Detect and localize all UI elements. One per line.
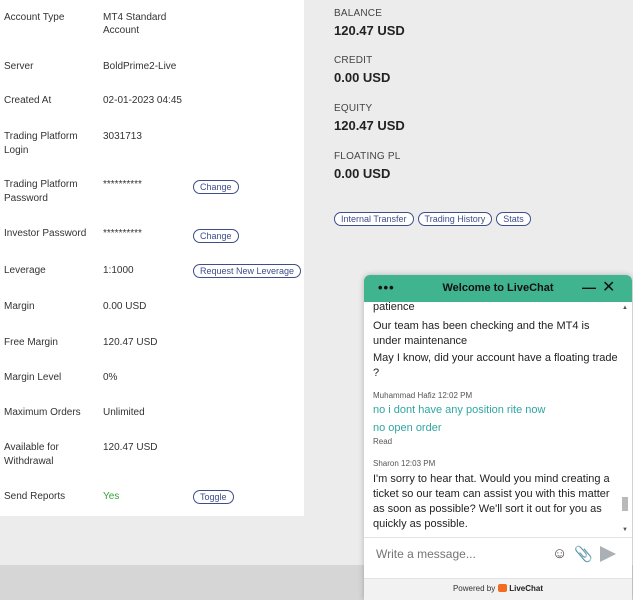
message-input[interactable]	[376, 547, 551, 561]
trading-history-button[interactable]: Trading History	[417, 212, 493, 226]
livechat-widget: ••• Welcome to LiveChat — ✕ patience Our…	[364, 275, 632, 600]
platform-login-label: Trading Platform Login	[4, 131, 78, 156]
scroll-down-icon[interactable]: ▼	[622, 527, 628, 533]
platform-login-value: 3031713	[103, 131, 142, 142]
close-icon[interactable]: ✕	[602, 277, 615, 297]
scroll-up-icon[interactable]: ▲	[622, 305, 628, 311]
livechat-brand: LiveChat	[509, 584, 544, 593]
available-withdrawal-value: 120.47 USD	[103, 442, 158, 453]
free-margin-label: Free Margin	[4, 337, 58, 348]
equity-label: EQUITY	[334, 103, 373, 114]
account-details-panel: Account Type MT4 Standard Account Server…	[0, 0, 304, 516]
send-icon[interactable]	[600, 546, 616, 562]
equity-value: 120.47 USD	[334, 118, 405, 133]
attachment-icon[interactable]: 📎	[574, 545, 593, 563]
balance-block: BALANCE 120.47 USD	[334, 8, 405, 40]
investor-password-value: **********	[103, 228, 142, 239]
message-text: patience	[373, 302, 415, 313]
server-value: BoldPrime2-Live	[103, 61, 177, 72]
toggle-reports-button[interactable]: Toggle	[193, 490, 234, 504]
credit-value: 0.00 USD	[334, 70, 391, 85]
account-actions: Internal Transfer Trading History Stats	[334, 212, 531, 226]
platform-password-label: Trading Platform Password	[4, 179, 78, 204]
investor-password-label: Investor Password	[4, 228, 87, 239]
chat-header: ••• Welcome to LiveChat — ✕	[364, 275, 632, 302]
send-reports-value: Yes	[103, 491, 120, 502]
message-text: no i dont have any position rite now	[373, 404, 546, 416]
message-meta: Muhammad Hafiz 12:02 PM	[373, 391, 473, 400]
chat-footer: Powered by LiveChat	[364, 578, 632, 600]
message-meta: Sharon 12:03 PM	[373, 459, 436, 468]
credit-label: CREDIT	[334, 55, 373, 66]
chat-divider	[364, 537, 632, 538]
account-type-value: MT4 Standard Account	[103, 12, 167, 36]
account-type-label: Account Type	[4, 12, 65, 23]
request-new-leverage-button[interactable]: Request New Leverage	[193, 264, 302, 278]
message-text: no open order	[373, 422, 442, 434]
floating-pl-label: FLOATING PL	[334, 151, 401, 162]
balance-label: BALANCE	[334, 8, 383, 19]
available-withdrawal-label: Available for Withdrawal	[4, 442, 59, 467]
server-label: Server	[4, 61, 34, 72]
scroll-thumb[interactable]	[622, 497, 628, 511]
margin-level-label: Margin Level	[4, 372, 62, 383]
margin-level-value: 0%	[103, 372, 118, 383]
powered-by-text: Powered by	[452, 584, 496, 593]
equity-block: EQUITY 120.47 USD	[334, 103, 405, 135]
platform-password-value: **********	[103, 179, 142, 190]
margin-label: Margin	[4, 301, 35, 312]
free-margin-value: 120.47 USD	[103, 337, 158, 348]
maximum-orders-label: Maximum Orders	[4, 407, 81, 418]
message-text: Our team has been checking and the MT4 i…	[373, 320, 590, 347]
chat-messages[interactable]: patience Our team has been checking and …	[364, 302, 632, 534]
message-text: May I know, did your account have a floa…	[373, 352, 618, 379]
change-investor-password-button[interactable]: Change	[193, 229, 239, 243]
internal-transfer-button[interactable]: Internal Transfer	[334, 212, 414, 226]
created-at-value: 02-01-2023 04:45	[103, 95, 182, 106]
leverage-value: 1:1000	[103, 265, 134, 276]
change-platform-password-button[interactable]: Change	[193, 180, 239, 194]
balance-value: 120.47 USD	[334, 23, 405, 38]
read-receipt: Read	[373, 437, 393, 446]
created-at-label: Created At	[4, 95, 52, 106]
livechat-logo-icon	[498, 584, 508, 592]
floating-pl-value: 0.00 USD	[334, 166, 391, 181]
leverage-label: Leverage	[4, 265, 46, 276]
send-reports-label: Send Reports	[4, 491, 66, 502]
minimize-icon[interactable]: —	[582, 279, 596, 295]
margin-value: 0.00 USD	[103, 301, 147, 312]
message-text: I'm sorry to hear that. Would you mind c…	[373, 473, 610, 530]
chat-scrollbar[interactable]: ▲ ▼	[621, 305, 629, 533]
maximum-orders-value: Unlimited	[103, 407, 145, 418]
stats-button[interactable]: Stats	[496, 212, 531, 226]
floating-pl-block: FLOATING PL 0.00 USD	[334, 151, 400, 183]
credit-block: CREDIT 0.00 USD	[334, 55, 390, 87]
emoji-icon[interactable]: ☺	[552, 545, 567, 562]
